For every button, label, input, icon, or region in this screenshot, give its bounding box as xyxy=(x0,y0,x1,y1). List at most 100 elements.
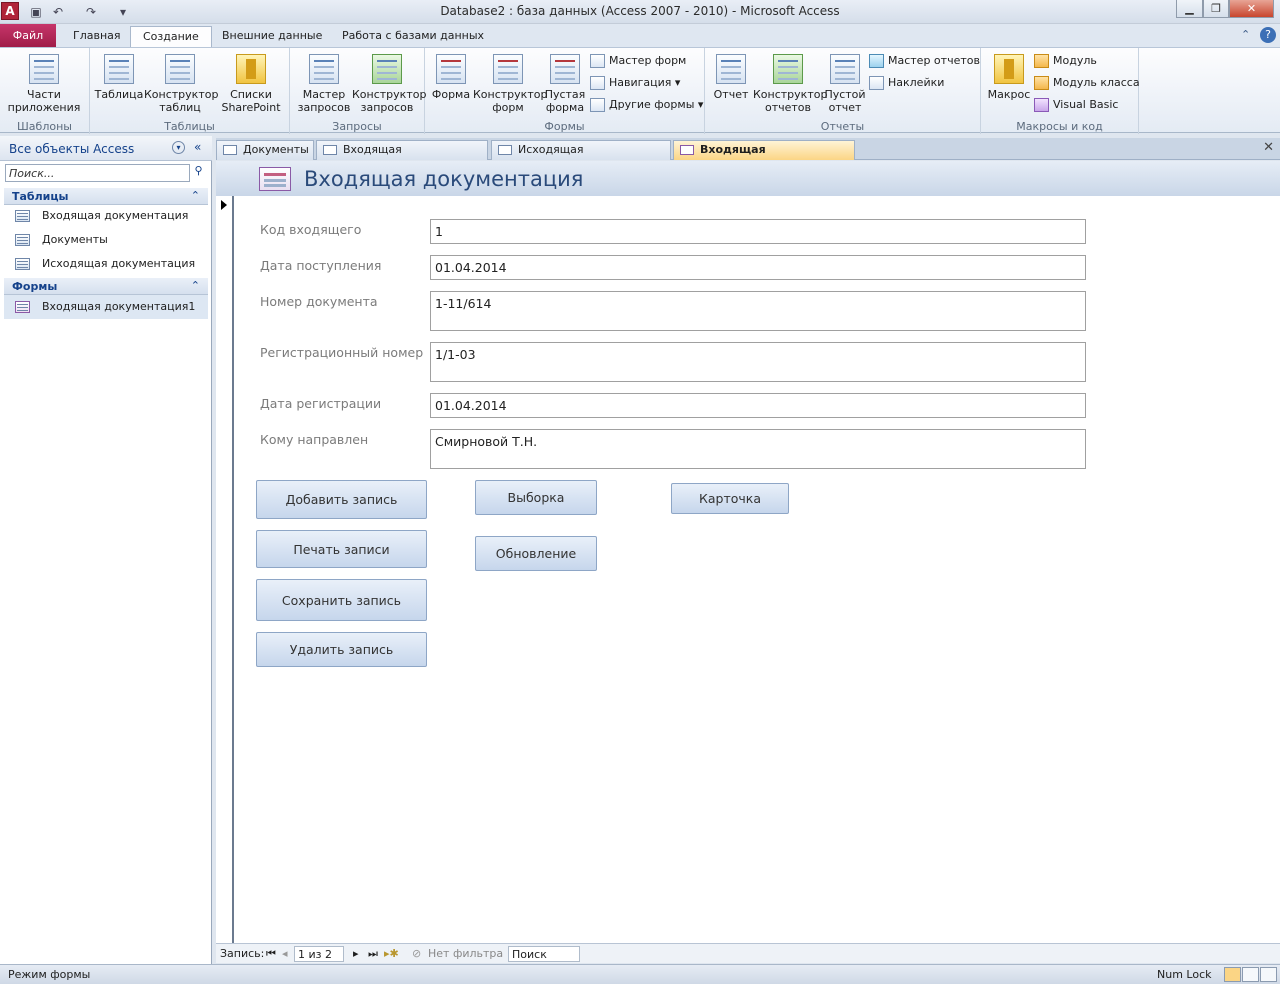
app-parts-button[interactable]: Части приложения xyxy=(2,52,86,114)
registration-number-field[interactable]: 1/1-03 xyxy=(430,342,1086,382)
nav-section-forms[interactable]: Формы ⌃ xyxy=(4,278,208,295)
table-design-icon xyxy=(165,54,195,84)
query-wizard-icon xyxy=(309,54,339,84)
group-macros: Макрос Модуль Модуль класса Visual Basic… xyxy=(981,48,1140,134)
tab-create[interactable]: Создание xyxy=(130,26,212,48)
labels-label: Наклейки xyxy=(888,76,945,89)
maximize-button[interactable]: ❐ xyxy=(1203,0,1229,18)
macro-button[interactable]: Макрос xyxy=(985,52,1033,101)
class-module-label: Модуль класса xyxy=(1053,76,1140,89)
table-button[interactable]: Таблица xyxy=(94,52,144,101)
report-design-button[interactable]: Конструктор отчетов xyxy=(753,52,828,114)
save-record-button[interactable]: Сохранить запись xyxy=(256,579,427,621)
table-design-button[interactable]: Конструктор таблиц xyxy=(144,52,218,114)
delete-record-button[interactable]: Удалить запись xyxy=(256,632,427,667)
sharepoint-lists-button[interactable]: Списки SharePoint xyxy=(216,52,286,114)
tab-home[interactable]: Главная xyxy=(61,26,133,48)
receipt-date-field[interactable]: 01.04.2014 xyxy=(430,255,1086,280)
nav-menu-icon[interactable]: ▾ xyxy=(172,141,185,154)
field-label-registration-number: Регистрационный номер xyxy=(260,345,424,360)
minimize-button[interactable]: ▁ xyxy=(1176,0,1203,18)
collapse-ribbon-icon[interactable]: ⌃ xyxy=(1241,28,1250,41)
form-button[interactable]: Форма xyxy=(429,52,473,101)
doc-tab-incoming[interactable]: Входящая документация xyxy=(316,140,488,174)
macro-label: Макрос xyxy=(987,88,1031,101)
current-record-input[interactable]: 1 из 2 xyxy=(294,946,344,962)
more-forms-button[interactable]: Другие формы ▾ xyxy=(589,96,703,114)
group-label: Шаблоны xyxy=(17,120,72,133)
visual-basic-button[interactable]: Visual Basic xyxy=(1033,96,1118,114)
labels-button[interactable]: Наклейки xyxy=(868,74,944,92)
search-icon[interactable]: ⚲ xyxy=(190,164,207,182)
previous-record-icon[interactable]: ◂ xyxy=(282,947,288,960)
report-wizard-button[interactable]: Мастер отчетов xyxy=(868,52,980,70)
document-number-field[interactable]: 1-11/614 xyxy=(430,291,1086,331)
refresh-button[interactable]: Обновление xyxy=(475,536,597,571)
form-title: Входящая документация xyxy=(304,167,584,191)
nav-section-tables[interactable]: Таблицы ⌃ xyxy=(4,188,208,205)
blank-report-icon xyxy=(830,54,860,84)
first-record-icon[interactable]: ⏮ xyxy=(266,947,276,961)
close-window-button[interactable]: ✕ xyxy=(1229,0,1274,18)
report-design-label: Конструктор отчетов xyxy=(753,88,828,114)
new-record-icon[interactable]: ▸✱ xyxy=(384,947,399,960)
design-view-icon[interactable] xyxy=(1260,967,1277,982)
nav-item-incoming-table[interactable]: Входящая документация xyxy=(4,204,208,228)
incoming-code-field[interactable]: 1 xyxy=(430,219,1086,244)
layout-view-icon[interactable] xyxy=(1242,967,1259,982)
form-design-button[interactable]: Конструктор форм xyxy=(473,52,547,114)
navigation-icon xyxy=(590,76,605,90)
blank-form-icon xyxy=(550,54,580,84)
app-parts-label: Части приложения xyxy=(7,88,81,114)
tab-file[interactable]: Файл xyxy=(0,24,56,47)
last-record-icon[interactable]: ⏭ xyxy=(368,947,378,961)
select-button[interactable]: Выборка xyxy=(475,480,597,515)
doc-tab-outgoing[interactable]: Исходящая документация xyxy=(491,140,671,174)
nav-section-title: Формы xyxy=(12,280,58,293)
doc-tab-incoming-form[interactable]: Входящая документация1 xyxy=(673,140,855,174)
class-module-button[interactable]: Модуль класса xyxy=(1033,74,1140,92)
group-label: Отчеты xyxy=(820,120,865,133)
report-wizard-icon xyxy=(869,54,884,68)
field-label-document-number: Номер документа xyxy=(260,294,378,309)
form-view-icon[interactable] xyxy=(1224,967,1241,982)
next-record-icon[interactable]: ▸ xyxy=(353,947,359,960)
record-selector[interactable] xyxy=(216,196,234,943)
field-label-addressee: Кому направлен xyxy=(260,432,369,447)
doc-tab-documents[interactable]: Документы xyxy=(216,140,314,160)
query-design-button[interactable]: Конструктор запросов xyxy=(352,52,426,114)
form-wizard-label: Мастер форм xyxy=(609,54,687,67)
nav-header[interactable]: Все объекты Access ▾ « xyxy=(0,136,212,161)
form-header: Входящая документация xyxy=(216,161,1280,196)
module-button[interactable]: Модуль xyxy=(1033,52,1097,70)
print-record-button[interactable]: Печать записи xyxy=(256,530,427,568)
registration-date-field[interactable]: 01.04.2014 xyxy=(430,393,1086,418)
close-document-icon[interactable]: ✕ xyxy=(1263,140,1274,155)
blank-form-button[interactable]: Пустая форма xyxy=(543,52,587,114)
help-icon[interactable]: ? xyxy=(1260,27,1276,43)
class-module-icon xyxy=(1034,76,1049,90)
report-button[interactable]: Отчет xyxy=(709,52,753,101)
tab-database-tools[interactable]: Работа с базами данных xyxy=(330,26,496,48)
group-tables: Таблица Конструктор таблиц Списки ShareP… xyxy=(90,48,290,134)
record-search-input[interactable]: Поиск xyxy=(508,946,580,962)
nav-item-outgoing-table[interactable]: Исходящая документация xyxy=(4,252,208,276)
group-forms: Форма Конструктор форм Пустая форма Маст… xyxy=(425,48,705,134)
nav-search-input[interactable]: Поиск... xyxy=(5,164,190,182)
navigation-button[interactable]: Навигация ▾ xyxy=(589,74,680,92)
filter-icon[interactable]: ⊘ xyxy=(412,947,421,960)
form-wizard-button[interactable]: Мастер форм xyxy=(589,52,686,70)
blank-report-button[interactable]: Пустой отчет xyxy=(823,52,867,114)
doc-tab-label: Документы xyxy=(243,143,309,156)
nav-item-incoming-form[interactable]: Входящая документация1 xyxy=(4,295,208,319)
collapse-nav-icon[interactable]: « xyxy=(194,140,201,154)
filter-status[interactable]: Нет фильтра xyxy=(428,947,503,960)
add-record-button[interactable]: Добавить запись xyxy=(256,480,427,519)
card-button[interactable]: Карточка xyxy=(671,483,789,514)
addressee-field[interactable]: Смирновой Т.Н. xyxy=(430,429,1086,469)
blank-report-label: Пустой отчет xyxy=(824,88,866,114)
nav-item-documents-table[interactable]: Документы xyxy=(4,228,208,252)
query-wizard-button[interactable]: Мастер запросов xyxy=(294,52,354,114)
tab-external-data[interactable]: Внешние данные xyxy=(210,26,334,48)
field-label-registration-date: Дата регистрации xyxy=(260,396,382,411)
